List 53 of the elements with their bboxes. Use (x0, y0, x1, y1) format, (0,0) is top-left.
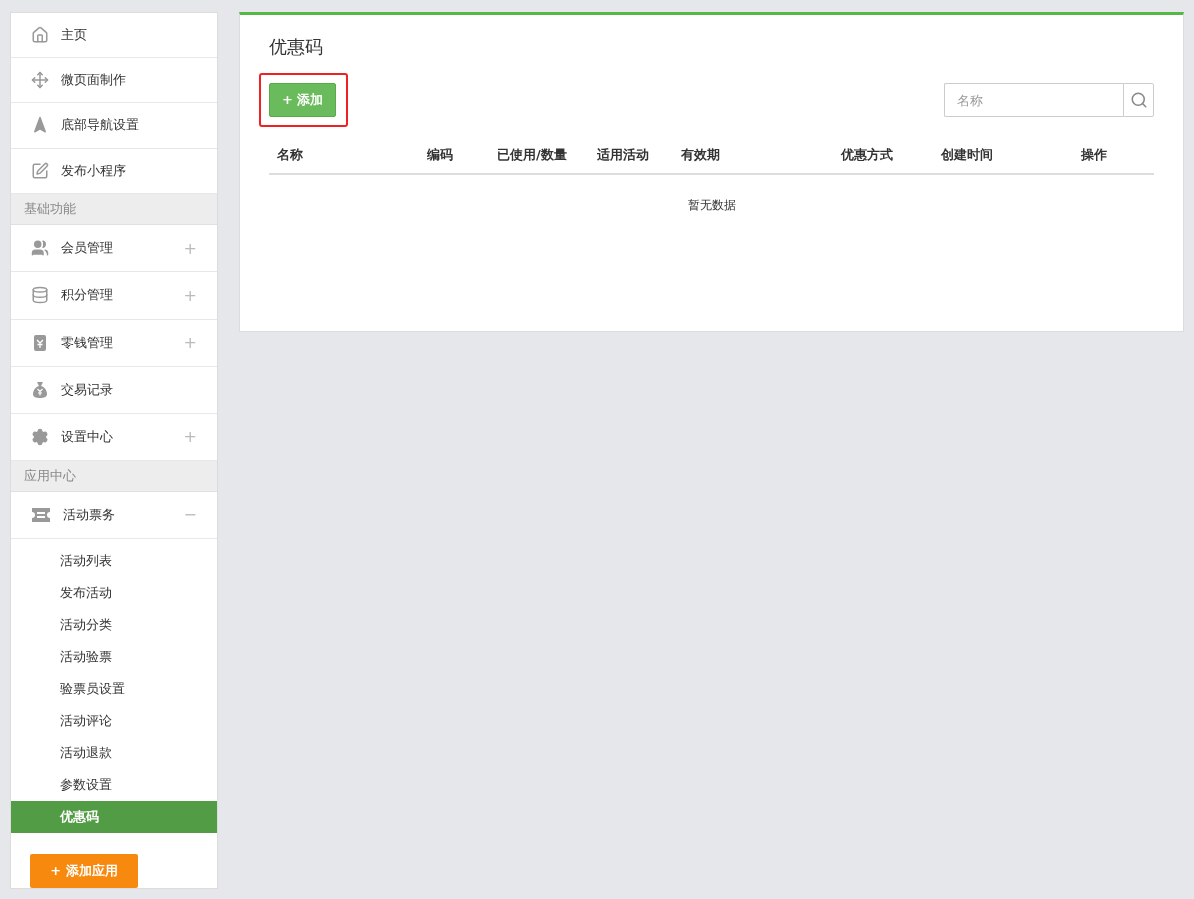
menu-item[interactable]: 会员管理 + (11, 225, 217, 273)
submenu-item[interactable]: 活动分类 (11, 608, 217, 641)
column-header: 优惠方式 (839, 146, 894, 164)
column-header: 适用活动 (596, 146, 650, 164)
menu-label: 会员管理 (61, 239, 114, 258)
settings-icon (31, 427, 49, 446)
menu-label: 主页 (61, 26, 88, 45)
navigation-icon (31, 116, 49, 135)
menu-item[interactable]: 零钱管理 + (11, 319, 217, 367)
edit-icon (31, 161, 49, 180)
submenu-item[interactable]: 发布活动 (11, 576, 217, 609)
ticket-icon (31, 507, 51, 523)
submenu-item[interactable]: 活动验票 (11, 640, 217, 673)
column-header: 创建时间 (940, 146, 994, 164)
search-field[interactable]: 名称 (944, 83, 1123, 117)
menu-label: 交易记录 (61, 380, 114, 399)
column-header: 名称 (276, 146, 304, 164)
users-icon (31, 239, 49, 258)
home-icon (31, 26, 49, 45)
menu-item[interactable]: 主页 (11, 13, 217, 59)
menu-item[interactable]: 设置中心 + (11, 413, 217, 461)
move-icon (31, 71, 49, 90)
menu-label: 设置中心 (61, 427, 114, 446)
column-header: 操作 (1080, 146, 1108, 164)
empty-message: 暂无数据 (686, 197, 737, 214)
menu-item[interactable]: 交易记录 (11, 366, 217, 414)
submenu-item[interactable]: 验票员设置 (11, 672, 217, 705)
menu-label: 活动票务 (63, 506, 116, 524)
menu-item[interactable]: 微页面制作 (11, 58, 217, 104)
section-header: 基础功能 (11, 193, 217, 226)
money-bag-icon (31, 380, 49, 399)
menu-label: 底部导航设置 (61, 116, 140, 135)
menu-label: 积分管理 (61, 286, 114, 305)
menu-label: 零钱管理 (61, 333, 114, 352)
menu-item[interactable]: 积分管理 + (11, 272, 217, 320)
menu-item[interactable]: 发布小程序 (11, 148, 217, 194)
search-icon (1129, 91, 1148, 109)
menu-item[interactable]: 活动票务 − (11, 492, 217, 539)
jar-icon (31, 333, 49, 352)
submenu-item[interactable]: 活动退款 (11, 736, 217, 769)
search-button[interactable] (1123, 83, 1154, 117)
submenu-item[interactable]: 活动评论 (11, 704, 217, 737)
menu-item[interactable]: 底部导航设置 (11, 103, 217, 149)
submenu-item[interactable]: 活动列表 (11, 544, 217, 577)
page-title: 优惠码 (269, 35, 324, 59)
menu-label: 发布小程序 (61, 161, 127, 180)
section-header: 应用中心 (11, 460, 217, 493)
menu-label: 微页面制作 (61, 71, 127, 90)
column-header: 有效期 (680, 146, 721, 164)
submenu-item[interactable]: 参数设置 (11, 768, 217, 801)
column-header: 编码 (426, 146, 454, 164)
column-header: 已使用/数量 (496, 146, 568, 164)
database-icon (31, 286, 49, 305)
